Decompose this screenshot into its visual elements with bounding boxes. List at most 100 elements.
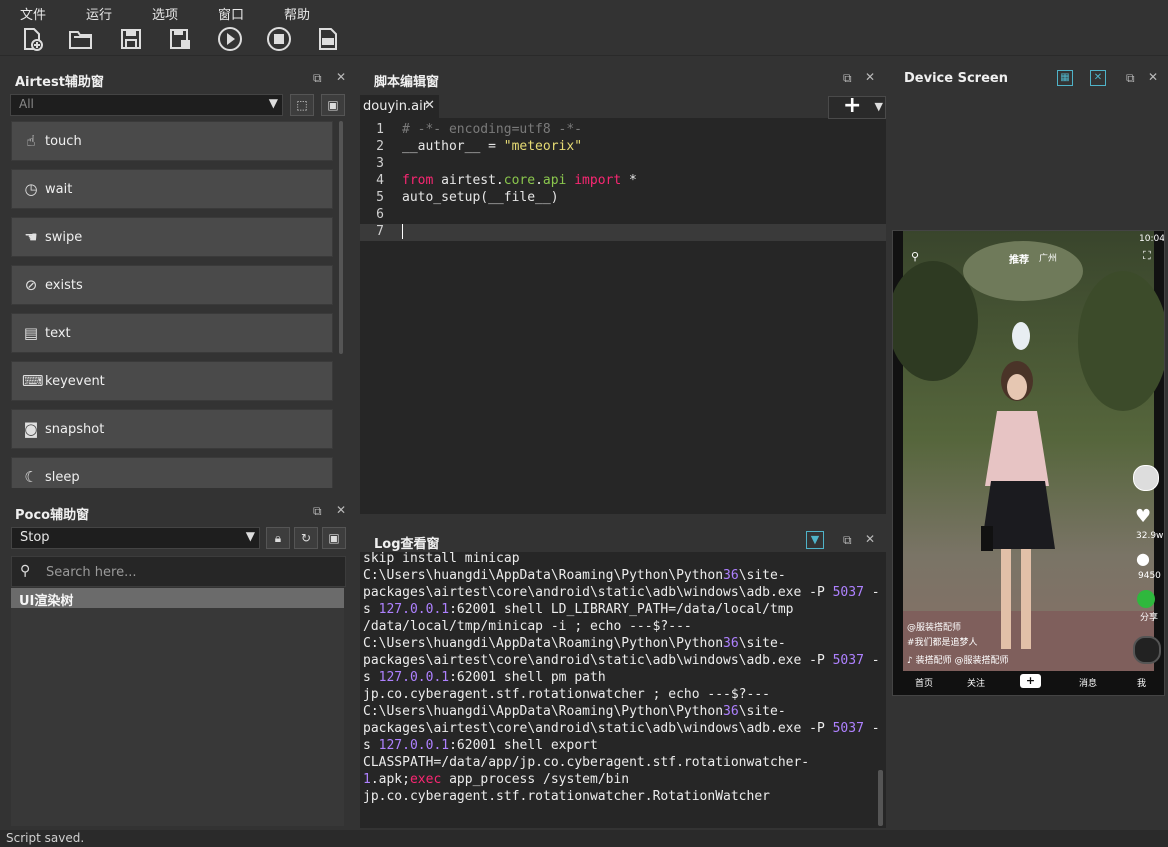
search-icon[interactable]: ⚲ (911, 250, 919, 263)
text-cursor (402, 224, 403, 239)
close-icon[interactable]: ✕ (865, 532, 875, 546)
chevron-down-icon: ▼ (268, 96, 278, 110)
record-icon[interactable]: ▣ (321, 94, 345, 116)
api-item-sleep[interactable]: ☾ sleep (11, 457, 333, 488)
menu-window[interactable]: 窗口 (218, 4, 244, 23)
tab-label: douyin.air (363, 99, 429, 114)
airtest-scrollbar[interactable] (339, 121, 343, 354)
chevron-down-icon[interactable]: ▼ (875, 100, 883, 113)
code-line[interactable]: 3 (360, 156, 886, 173)
poco-mode-value: Stop (20, 530, 50, 545)
nav-home[interactable]: 首页 (915, 676, 933, 689)
api-label: snapshot (45, 422, 105, 437)
tab-douyin-air[interactable]: douyin.air ✕ (360, 95, 439, 118)
tree-root-node[interactable]: UI渲染树 (11, 588, 344, 609)
log-icon[interactable] (315, 26, 341, 52)
swipe-hand-icon: ☚ (24, 228, 38, 246)
heart-icon[interactable]: ♥ (1135, 506, 1151, 527)
api-label: keyevent (45, 374, 105, 389)
poco-search-input[interactable] (44, 562, 328, 582)
line-number: 1 (376, 122, 384, 137)
api-item-snapshot[interactable]: ◙ snapshot (11, 409, 333, 449)
editor-panel-title: 脚本编辑窗 (374, 75, 440, 90)
save-icon[interactable] (118, 26, 144, 52)
close-icon[interactable]: ✕ (865, 70, 875, 84)
float-icon[interactable]: ⧉ (843, 533, 852, 548)
select-image-icon[interactable]: ⬚ (290, 94, 314, 116)
filter-icon[interactable]: ▼ (806, 531, 824, 549)
new-file-icon[interactable] (19, 26, 45, 52)
line-number: 7 (376, 224, 384, 239)
poco-mode-select[interactable]: Stop ▼ (11, 527, 260, 549)
api-item-exists[interactable]: ⊘ exists (11, 265, 333, 305)
toolbar (0, 24, 1168, 56)
log-line: C:\Users\huangdi\AppData\Roaming\Python\… (363, 704, 786, 719)
avatar[interactable] (1133, 465, 1159, 491)
device-screen-view[interactable]: 10:04 推荐 广州 ⚲ ⛶ ♥ 32.9w ● 9450 分享 @服装搭配师… (892, 230, 1165, 696)
nav-add-button[interactable]: + (1020, 674, 1041, 688)
text-box-icon: ▤ (23, 324, 39, 342)
caption: #我们都是追梦人 (907, 638, 978, 648)
float-icon[interactable]: ⧉ (313, 504, 322, 519)
check-search-icon: ⊘ (24, 276, 38, 294)
chevron-down-icon: ▼ (245, 529, 255, 543)
api-item-wait[interactable]: ◷ wait (11, 169, 333, 209)
moon-icon: ☾ (24, 468, 38, 486)
code-line[interactable]: 5 auto_setup(__file__) (360, 190, 886, 207)
line-number: 3 (376, 156, 384, 171)
close-icon[interactable]: ✕ (336, 503, 346, 517)
share-icon[interactable] (1137, 590, 1155, 608)
close-icon[interactable]: ✕ (1148, 70, 1158, 84)
add-tab-button[interactable]: + ▼ (828, 93, 886, 119)
close-icon[interactable]: ✕ (336, 70, 346, 84)
code-line[interactable]: 4 from airtest.core.api import * (360, 173, 886, 190)
comment-icon[interactable]: ● (1136, 549, 1150, 568)
code-text (402, 224, 403, 239)
tools-icon[interactable]: ✕ (1090, 70, 1106, 86)
code-text: __author__ = "meteorix" (402, 139, 583, 154)
api-item-keyevent[interactable]: ⌨ keyevent (11, 361, 333, 401)
run-icon[interactable] (217, 26, 243, 52)
lock-icon[interactable]: 🔒︎ (266, 527, 290, 549)
code-line[interactable]: 6 (360, 207, 886, 224)
float-icon[interactable]: ⧉ (1126, 71, 1135, 86)
api-item-text[interactable]: ▤ text (11, 313, 333, 353)
tab-recommend[interactable]: 推荐 (1009, 251, 1029, 266)
log-line: packages\airtest\core\android\static\adb… (363, 653, 880, 668)
nav-messages[interactable]: 消息 (1079, 676, 1097, 689)
device-select-icon[interactable]: ▦ (1057, 70, 1073, 86)
record-icon[interactable]: ▣ (322, 527, 346, 549)
nav-follow[interactable]: 关注 (967, 676, 985, 689)
open-folder-icon[interactable] (68, 26, 94, 52)
line-number: 5 (376, 190, 384, 205)
log-panel-title: Log查看窗 (374, 537, 440, 552)
close-tab-icon[interactable]: ✕ (424, 98, 435, 113)
log-line: jp.co.cyberagent.stf.rotationwatcher.Rot… (363, 789, 770, 804)
scan-icon[interactable]: ⛶ (1143, 249, 1151, 263)
code-line[interactable]: 7 (360, 224, 886, 241)
refresh-icon[interactable]: ↻ (294, 527, 318, 549)
nav-me[interactable]: 我 (1137, 676, 1146, 689)
code-line[interactable]: 1 # -*- encoding=utf8 -*- (360, 122, 886, 139)
menu-options[interactable]: 选项 (152, 4, 178, 23)
api-item-touch[interactable]: ☝ touch (11, 121, 333, 161)
log-scrollbar[interactable] (878, 770, 883, 826)
line-number: 6 (376, 207, 384, 222)
log-line: s 127.0.0.1:62001 shell pm path (363, 670, 606, 685)
code-line[interactable]: 2 __author__ = "meteorix" (360, 139, 886, 156)
log-line: C:\Users\huangdi\AppData\Roaming\Python\… (363, 636, 786, 651)
author-name[interactable]: @服装搭配师 (907, 620, 961, 633)
music-disc-icon[interactable] (1133, 636, 1161, 664)
menu-run[interactable]: 运行 (86, 4, 112, 23)
tab-guangzhou[interactable]: 广州 (1039, 251, 1057, 264)
menu-help[interactable]: 帮助 (284, 4, 310, 23)
airtest-filter-select[interactable]: All ▼ (10, 94, 283, 116)
menu-file[interactable]: 文件 (20, 4, 46, 23)
search-icon: ⚲ (20, 563, 31, 579)
float-icon[interactable]: ⧉ (843, 71, 852, 86)
save-as-icon[interactable] (167, 26, 193, 52)
stop-icon[interactable] (266, 26, 292, 52)
camera-icon: ◙ (23, 420, 39, 438)
float-icon[interactable]: ⧉ (313, 71, 322, 86)
api-item-swipe[interactable]: ☚ swipe (11, 217, 333, 257)
